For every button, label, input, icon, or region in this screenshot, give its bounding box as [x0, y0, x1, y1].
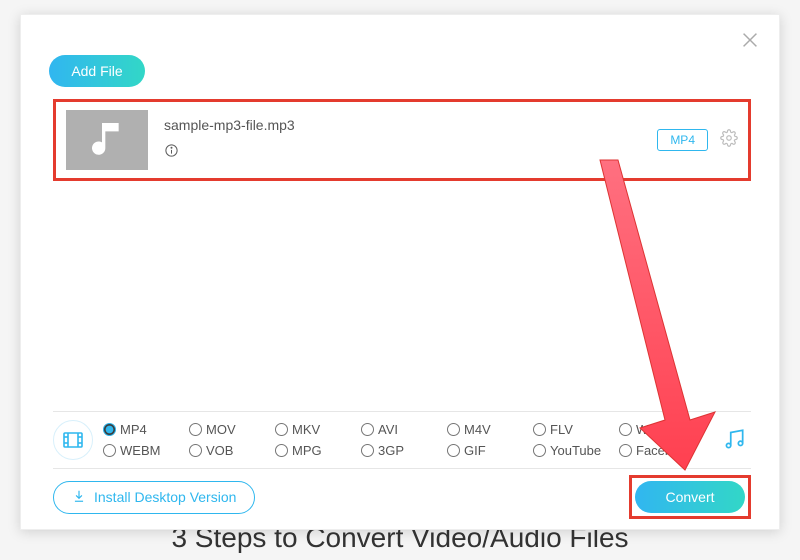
format-option-webm[interactable]: WEBM — [103, 443, 189, 458]
convert-highlight-box: Convert — [629, 475, 751, 519]
format-option-mpg[interactable]: MPG — [275, 443, 361, 458]
dialog-footer: Install Desktop Version Convert — [53, 475, 751, 519]
format-radio-grid: MP4MOVMKVAVIM4VFLVWMV WEBMVOBMPG3GPGIFYou… — [103, 422, 705, 458]
format-option-avi[interactable]: AVI — [361, 422, 447, 437]
audio-category-icon[interactable] — [721, 426, 747, 457]
converter-dialog: Add File sample-mp3-file.mp3 MP4 MP4MOVM… — [20, 14, 780, 530]
format-option-gif[interactable]: GIF — [447, 443, 533, 458]
install-desktop-button[interactable]: Install Desktop Version — [53, 481, 255, 514]
format-option-mp4[interactable]: MP4 — [103, 422, 189, 437]
convert-button[interactable]: Convert — [635, 481, 745, 513]
format-option-m4v[interactable]: M4V — [447, 422, 533, 437]
format-option-wmv[interactable]: WMV — [619, 422, 705, 437]
format-option-3gp[interactable]: 3GP — [361, 443, 447, 458]
file-thumbnail — [66, 110, 148, 170]
file-name: sample-mp3-file.mp3 — [164, 117, 657, 133]
format-option-mkv[interactable]: MKV — [275, 422, 361, 437]
info-icon[interactable] — [164, 143, 657, 163]
format-option-youtube[interactable]: YouTube — [533, 443, 619, 458]
output-format-selector[interactable]: MP4 — [657, 129, 708, 151]
format-options-section: MP4MOVMKVAVIM4VFLVWMV WEBMVOBMPG3GPGIFYou… — [53, 411, 751, 469]
close-icon[interactable] — [739, 29, 761, 56]
gear-icon[interactable] — [720, 129, 738, 152]
add-file-button[interactable]: Add File — [49, 55, 145, 87]
file-item-row: sample-mp3-file.mp3 MP4 — [53, 99, 751, 181]
download-icon — [72, 489, 86, 506]
format-option-facebook[interactable]: Facebook — [619, 443, 705, 458]
format-option-mov[interactable]: MOV — [189, 422, 275, 437]
video-category-icon[interactable] — [53, 420, 93, 460]
format-option-vob[interactable]: VOB — [189, 443, 275, 458]
music-note-icon — [87, 118, 127, 163]
install-desktop-label: Install Desktop Version — [94, 489, 236, 505]
file-meta: sample-mp3-file.mp3 — [164, 117, 657, 163]
format-option-flv[interactable]: FLV — [533, 422, 619, 437]
